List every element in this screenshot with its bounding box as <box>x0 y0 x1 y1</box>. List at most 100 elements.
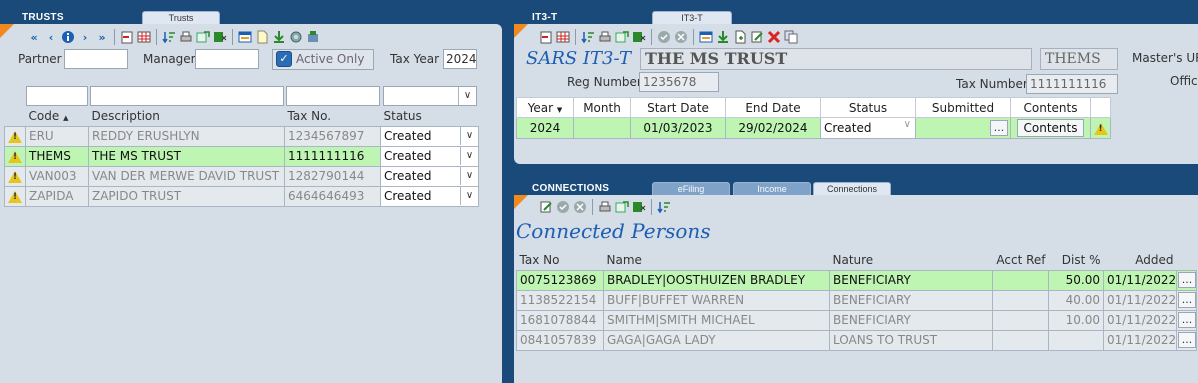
col-submitted[interactable]: Submitted <box>915 97 1011 118</box>
col-taxno[interactable]: Tax No <box>517 250 604 270</box>
export-icon[interactable] <box>614 199 630 215</box>
first-icon[interactable]: « <box>26 29 42 45</box>
active-only-checkbox[interactable]: ✓ <box>276 51 292 67</box>
tab-income[interactable]: Income <box>733 182 811 196</box>
status-select[interactable]: Created ∨ <box>380 125 479 147</box>
tab-it3t[interactable]: IT3-T <box>652 11 732 25</box>
it3t-toolbar <box>538 27 799 47</box>
partner-field[interactable] <box>64 49 128 69</box>
taxno-filter-input[interactable] <box>286 86 380 106</box>
col-acct-ref[interactable]: Acct Ref <box>993 250 1049 270</box>
tab-trusts[interactable]: Trusts <box>142 11 220 25</box>
code-filter-input[interactable] <box>26 86 88 106</box>
excel-icon[interactable] <box>631 29 647 45</box>
grid-icon[interactable] <box>555 29 571 45</box>
status-filter-select[interactable]: ∨ <box>383 86 477 106</box>
info-icon[interactable] <box>60 29 76 45</box>
tax-year-field[interactable]: 2024 <box>443 49 477 69</box>
table-row[interactable]: 0841057839 GAGA|GAGA LADY LOANS TO TRUST… <box>516 329 1197 351</box>
table-row[interactable]: 0075123869 BRADLEY|OOSTHUIZEN BRADLEY BE… <box>516 269 1197 291</box>
sort-icon[interactable] <box>161 29 177 45</box>
edit-icon[interactable] <box>538 199 554 215</box>
export-icon[interactable] <box>614 29 630 45</box>
active-only-toggle[interactable]: ✓ Active Only <box>272 49 374 70</box>
prev-icon[interactable]: ‹ <box>43 29 59 45</box>
it3t-table: Year ▼ Month Start Date End Date Status … <box>516 97 1111 139</box>
cell-description: THE MS TRUST <box>88 145 285 167</box>
ellipsis-button[interactable]: ... <box>1178 272 1196 288</box>
submitted-field[interactable]: ... <box>915 117 1011 139</box>
ellipsis-button[interactable]: ... <box>1178 292 1196 308</box>
excel-icon[interactable] <box>631 199 647 215</box>
table-row[interactable]: 1138522154 BUFF|BUFFET WARREN BENEFICIAR… <box>516 289 1197 311</box>
ellipsis-button[interactable]: ... <box>1178 332 1196 348</box>
print-icon[interactable] <box>597 29 613 45</box>
window-icon[interactable] <box>698 29 714 45</box>
next-icon[interactable]: › <box>77 29 93 45</box>
col-name[interactable]: Name <box>604 250 830 270</box>
cell-taxno: 1234567897 <box>284 125 381 147</box>
table-row[interactable]: VAN003 VAN DER MERWE DAVID TRUST 1282790… <box>4 165 479 187</box>
cell-start-date: 01/03/2023 <box>630 117 726 139</box>
partner-label: Partner <box>18 52 62 66</box>
col-status[interactable]: Status <box>820 97 916 118</box>
cell-nature: BENEFICIARY <box>829 269 993 291</box>
col-year[interactable]: Year ▼ <box>516 97 574 118</box>
col-contents[interactable]: Contents <box>1010 97 1091 118</box>
tab-connections[interactable]: Connections <box>813 182 891 196</box>
table-row[interactable]: ERU REDDY ERUSHLYN 1234567897 Created∨ <box>4 125 479 147</box>
col-added[interactable]: Added <box>1104 250 1177 270</box>
excel-icon[interactable] <box>212 29 228 45</box>
col-end-date[interactable]: End Date <box>725 97 821 118</box>
window-icon[interactable] <box>237 29 253 45</box>
col-code[interactable]: Code ▲ <box>26 106 89 126</box>
sort-icon[interactable] <box>656 199 672 215</box>
description-filter-input[interactable] <box>90 86 284 106</box>
reject-icon[interactable] <box>673 29 689 45</box>
table-row[interactable]: ZAPIDA ZAPIDO TRUST 6464646493 Created∨ <box>4 185 479 207</box>
gear-icon[interactable] <box>288 29 304 45</box>
add-document-icon[interactable] <box>732 29 748 45</box>
col-description[interactable]: Description <box>89 106 285 126</box>
print-icon[interactable] <box>178 29 194 45</box>
approve-icon[interactable] <box>555 199 571 215</box>
col-dist[interactable]: Dist % <box>1049 250 1104 270</box>
table-row[interactable]: THEMS THE MS TRUST 1111111116 Created∨ <box>4 145 479 167</box>
contents-button[interactable]: Contents <box>1016 119 1085 137</box>
cell-nature: BENEFICIARY <box>829 309 993 331</box>
status-select[interactable]: Created ∨ <box>380 185 479 207</box>
sort-icon[interactable] <box>580 29 596 45</box>
col-taxno[interactable]: Tax No. <box>285 106 381 126</box>
last-icon[interactable]: » <box>94 29 110 45</box>
edit-icon[interactable] <box>749 29 765 45</box>
approve-icon[interactable] <box>656 29 672 45</box>
document-icon[interactable] <box>254 29 270 45</box>
ellipsis-button[interactable]: ... <box>990 120 1008 136</box>
ellipsis-button[interactable]: ... <box>1178 312 1196 328</box>
status-select[interactable]: Created ∨ <box>820 117 916 139</box>
cell-acct-ref <box>992 269 1049 291</box>
manager-field[interactable] <box>195 49 259 69</box>
tab-efiling[interactable]: eFiling <box>652 182 730 196</box>
import-icon[interactable] <box>271 29 287 45</box>
table-row[interactable]: 2024 01/03/2023 29/02/2024 Created ∨ ... … <box>516 117 1111 139</box>
status-select[interactable]: Created ∨ <box>380 165 479 187</box>
grid-icon[interactable] <box>136 29 152 45</box>
new-record-icon[interactable] <box>119 29 135 45</box>
delete-icon[interactable] <box>766 29 782 45</box>
print-icon[interactable] <box>597 199 613 215</box>
col-month[interactable]: Month <box>573 97 631 118</box>
archive-icon[interactable] <box>305 29 321 45</box>
table-row[interactable]: 1681078844 SMITHM|SMITH MICHAEL BENEFICI… <box>516 309 1197 331</box>
col-nature[interactable]: Nature <box>830 250 993 270</box>
col-start-date[interactable]: Start Date <box>630 97 726 118</box>
masters-urn-label: Master's URN <box>1132 51 1198 65</box>
reject-icon[interactable] <box>572 199 588 215</box>
export-icon[interactable] <box>195 29 211 45</box>
import-icon[interactable] <box>715 29 731 45</box>
copy-icon[interactable] <box>783 29 799 45</box>
connections-toolbar <box>538 197 672 217</box>
col-status[interactable]: Status <box>381 106 479 126</box>
new-record-icon[interactable] <box>538 29 554 45</box>
status-select[interactable]: Created ∨ <box>380 145 479 167</box>
